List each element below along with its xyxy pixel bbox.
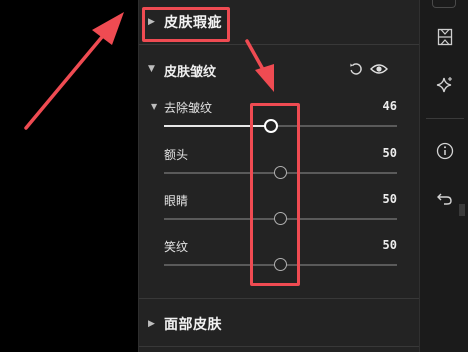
slider-value: 50 <box>382 192 397 206</box>
slider-label: 笑纹 <box>164 240 189 254</box>
divider <box>139 298 420 299</box>
slider-label: 额头 <box>164 148 189 162</box>
collapse-triangle-icon[interactable]: ▼ <box>151 102 157 111</box>
toolbar-top-button[interactable] <box>432 0 456 8</box>
grid-icon[interactable] <box>434 26 456 48</box>
undo-icon[interactable] <box>434 188 456 210</box>
eye-icon[interactable] <box>370 61 388 77</box>
canvas-area <box>0 0 138 352</box>
reset-icon[interactable] <box>348 61 364 77</box>
right-toolbar <box>419 0 468 352</box>
annotation-highlight-box <box>142 7 230 42</box>
divider <box>139 346 420 347</box>
section-face-skin[interactable]: ▶ 面部皮肤 <box>139 302 420 346</box>
expand-triangle-icon: ▶ <box>148 319 155 329</box>
slider-value: 50 <box>382 146 397 160</box>
info-icon[interactable] <box>434 140 456 162</box>
toolbar-divider <box>426 118 464 119</box>
sparkle-icon[interactable] <box>434 74 456 96</box>
annotation-highlight-box <box>250 103 300 286</box>
collapse-triangle-icon: ▼ <box>148 64 155 74</box>
divider <box>139 44 420 45</box>
toolbar-scroll-marker <box>459 204 465 216</box>
section-face-skin-label: 面部皮肤 <box>164 317 222 333</box>
slider-label: 去除皱纹 <box>164 101 213 115</box>
slider-value: 46 <box>382 99 397 113</box>
section-skin-wrinkles[interactable]: ▼ 皮肤皱纹 <box>139 56 420 84</box>
section-skin-wrinkles-label: 皮肤皱纹 <box>164 65 217 80</box>
slider-label: 眼睛 <box>164 194 189 208</box>
slider-value: 50 <box>382 238 397 252</box>
